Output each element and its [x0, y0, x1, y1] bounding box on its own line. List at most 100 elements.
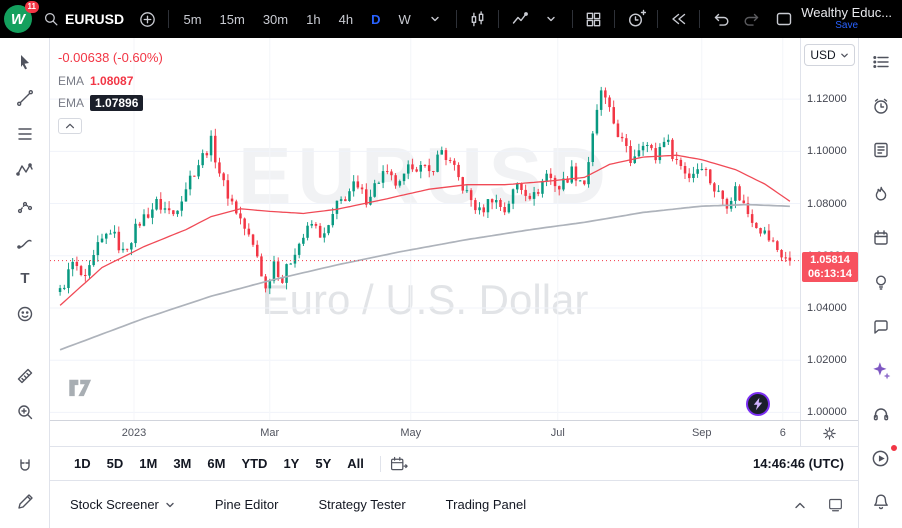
layout-grid-icon	[584, 10, 603, 29]
svg-text:T: T	[20, 270, 29, 287]
save-button[interactable]: Save	[835, 19, 858, 32]
scale-settings-corner[interactable]	[800, 421, 858, 446]
range-5d[interactable]: 5D	[99, 453, 132, 474]
range-ytd[interactable]: YTD	[233, 453, 275, 474]
time-axis[interactable]: 2023MarMayJulSep6	[50, 420, 858, 446]
layout-square-icon	[774, 9, 794, 29]
chevron-down-icon	[546, 14, 556, 24]
time-axis-label: May	[400, 427, 421, 439]
help-button[interactable]	[866, 401, 896, 428]
price-tick-label: 1.10000	[807, 145, 847, 157]
expand-panel-icon[interactable]	[793, 499, 807, 511]
notification-count-badge: 11	[25, 1, 39, 13]
chart-area[interactable]: EURUSD Euro / U.S. Dollar -0.00638 (-0.6…	[50, 38, 858, 420]
layout-grid-button[interactable]	[580, 5, 607, 33]
indicators-button[interactable]	[506, 5, 533, 33]
candles-style-icon	[468, 10, 487, 29]
ema-fast-row[interactable]: EMA 1.08087	[58, 74, 163, 88]
brush-tool-button[interactable]	[8, 228, 42, 256]
session-clock[interactable]: 14:46:46 (UTC)	[753, 456, 848, 471]
quick-action-button[interactable]	[746, 392, 770, 416]
watchlist-icon	[871, 52, 891, 72]
interval-30m[interactable]: 30m	[256, 12, 295, 27]
maximize-panel-icon[interactable]	[827, 497, 844, 512]
broker-logo[interactable]: W 11	[4, 5, 32, 33]
emoji-tool-button[interactable]	[8, 300, 42, 328]
ideas-button[interactable]	[866, 268, 896, 295]
ai-assistant-button[interactable]	[866, 357, 896, 384]
hotlists-button[interactable]	[866, 180, 896, 207]
interval-1d-active[interactable]: D	[364, 12, 387, 27]
calendar-button[interactable]	[866, 224, 896, 251]
price-tick-label: 1.02000	[807, 354, 847, 366]
time-axis-label: Sep	[692, 427, 712, 439]
indicators-icon	[510, 9, 530, 29]
interval-1w[interactable]: W	[391, 12, 417, 27]
tutorials-button[interactable]	[866, 445, 896, 472]
range-6m[interactable]: 6M	[199, 453, 233, 474]
range-5y[interactable]: 5Y	[307, 453, 339, 474]
interval-1h[interactable]: 1h	[299, 12, 327, 27]
tab-strategy-tester[interactable]: Strategy Tester	[318, 497, 405, 512]
fib-retracement-tool-button[interactable]	[8, 120, 42, 148]
tradingview-logo[interactable]	[66, 377, 98, 402]
alerts-button[interactable]	[866, 92, 896, 119]
drawing-mode-button[interactable]	[8, 488, 42, 516]
zoom-in-tool-button[interactable]	[8, 398, 42, 426]
trend-line-tool-button[interactable]	[8, 84, 42, 112]
indicators-menu-button[interactable]	[538, 5, 565, 33]
price-scale[interactable]: USD 1.120001.100001.080001.060001.040001…	[800, 38, 858, 420]
range-1m[interactable]: 1M	[131, 453, 165, 474]
go-to-date-button[interactable]	[389, 455, 408, 473]
text-tool-button[interactable]: T	[8, 264, 42, 292]
create-alert-button[interactable]	[622, 5, 649, 33]
data-window-button[interactable]	[866, 136, 896, 163]
notifications-button[interactable]	[866, 489, 896, 516]
tab-trading-panel[interactable]: Trading Panel	[446, 497, 526, 512]
cursor-tool-button[interactable]	[8, 48, 42, 76]
chart-panel: EURUSD Euro / U.S. Dollar -0.00638 (-0.6…	[50, 38, 858, 528]
select-layout-button[interactable]	[770, 5, 797, 33]
magnet-tool-button[interactable]	[8, 452, 42, 480]
interval-menu-button[interactable]	[422, 5, 449, 33]
forecast-tool-button[interactable]	[8, 192, 42, 220]
magnet-icon	[15, 456, 35, 476]
interval-4h[interactable]: 4h	[332, 12, 360, 27]
chart-plot[interactable]: EURUSD Euro / U.S. Dollar -0.00638 (-0.6…	[50, 38, 800, 420]
collapse-legend-button[interactable]	[58, 118, 82, 134]
brush-icon	[15, 232, 35, 252]
ema-slow-row[interactable]: EMA 1.07896	[58, 95, 163, 111]
symbol-search-button[interactable]: EURUSD	[36, 4, 130, 34]
price-tick-label: 1.08000	[807, 198, 847, 210]
account-menu[interactable]: Wealthy Educ... Save	[801, 6, 894, 32]
cursor-icon	[15, 52, 35, 72]
tab-pine-editor[interactable]: Pine Editor	[215, 497, 279, 512]
divider	[657, 10, 658, 28]
play-circle-icon	[870, 448, 891, 469]
tab-stock-screener[interactable]: Stock Screener	[70, 497, 175, 512]
range-3m[interactable]: 3M	[165, 453, 199, 474]
time-axis-label: Jul	[551, 427, 565, 439]
interval-15m[interactable]: 15m	[213, 12, 252, 27]
divider	[498, 10, 499, 28]
range-all[interactable]: All	[339, 453, 372, 474]
drawing-toolbar: T	[0, 38, 50, 528]
redo-button[interactable]	[739, 5, 766, 33]
pattern-zigzag-icon	[15, 160, 35, 180]
compare-add-button[interactable]	[134, 5, 161, 33]
calendar-icon	[871, 228, 891, 248]
currency-toggle-button[interactable]: USD	[804, 44, 855, 66]
bar-replay-button[interactable]	[665, 5, 692, 33]
pattern-tool-button[interactable]	[8, 156, 42, 184]
plus-circle-icon	[138, 10, 157, 29]
tab-label: Strategy Tester	[318, 497, 405, 512]
chart-style-button[interactable]	[464, 5, 491, 33]
chevron-down-icon	[430, 14, 440, 24]
measure-tool-button[interactable]	[8, 362, 42, 390]
range-1y[interactable]: 1Y	[275, 453, 307, 474]
range-1d[interactable]: 1D	[66, 453, 99, 474]
watchlist-button[interactable]	[866, 48, 896, 75]
undo-button[interactable]	[707, 5, 734, 33]
interval-5m[interactable]: 5m	[176, 12, 208, 27]
chat-button[interactable]	[866, 313, 896, 340]
